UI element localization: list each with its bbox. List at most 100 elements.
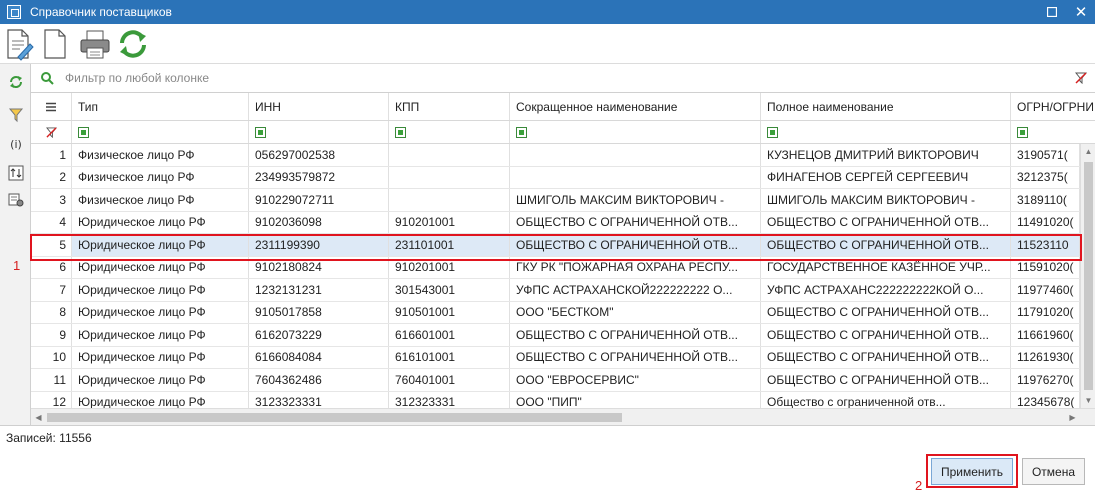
cell-full-name: ОБЩЕСТВО С ОГРАНИЧЕННОЙ ОТВ... xyxy=(761,234,1011,256)
column-header-full-name[interactable]: Полное наименование xyxy=(761,93,1011,120)
filter-checkbox-icon xyxy=(78,126,89,138)
table-row[interactable]: 2 Физическое лицо РФ 234993579872 ФИНАГЕНОВ… xyxy=(31,166,1080,189)
cell-kpp: 910201001 xyxy=(389,211,510,233)
cell-full-name: ОБЩЕСТВО С ОГРАНИЧЕННОЙ ОТВ... xyxy=(761,324,1011,346)
filter-input[interactable] xyxy=(65,68,1065,88)
sidebar-info-button[interactable]: (i) xyxy=(6,134,26,154)
cell-type: Физическое лицо РФ xyxy=(72,189,249,211)
cell-inn: 234993579872 xyxy=(249,166,389,188)
horizontal-scrollbar-thumb[interactable] xyxy=(47,413,622,422)
column-header-inn[interactable]: ИНН xyxy=(249,93,389,120)
filter-checkbox-icon xyxy=(767,126,778,138)
new-document-button[interactable] xyxy=(40,27,70,61)
cancel-button[interactable]: Отмена xyxy=(1022,458,1085,485)
table-row[interactable]: 6 Юридическое лицо РФ 9102180824 910201001 Г… xyxy=(31,256,1080,279)
column-header-type[interactable]: Тип xyxy=(72,93,249,120)
cell-kpp: 312323331 xyxy=(389,391,510,408)
vertical-scrollbar-thumb[interactable] xyxy=(1084,162,1093,390)
refresh-button[interactable] xyxy=(116,27,150,61)
vertical-scrollbar[interactable]: ▲ ▼ xyxy=(1080,144,1095,408)
cell-ogrn: 3190571( xyxy=(1011,144,1080,166)
row-number: 1 xyxy=(31,144,72,166)
search-icon xyxy=(41,72,54,85)
annotation-label-2: 2 xyxy=(915,478,923,493)
cell-kpp: 910201001 xyxy=(389,256,510,278)
edit-document-button[interactable] xyxy=(4,27,34,61)
cell-short-name xyxy=(510,144,761,166)
table-row[interactable]: 10 Юридическое лицо РФ 6166084084 616101001… xyxy=(31,346,1080,369)
filter-checkbox-icon xyxy=(255,126,266,138)
column-filter-type[interactable] xyxy=(72,121,249,143)
table-row[interactable]: 8 Юридическое лицо РФ 9105017858 910501001 О… xyxy=(31,301,1080,324)
table-row[interactable]: 4 Юридическое лицо РФ 9102036098 910201001 О… xyxy=(31,211,1080,234)
scroll-right-icon[interactable]: ▶ xyxy=(1065,410,1080,425)
clear-filter-icon[interactable] xyxy=(1075,72,1087,84)
info-icon: (i) xyxy=(10,138,22,151)
row-number: 11 xyxy=(31,369,72,391)
scroll-left-icon[interactable]: ◀ xyxy=(31,410,46,425)
sidebar-sort-button[interactable] xyxy=(6,163,26,183)
column-filter-ogrn[interactable] xyxy=(1011,121,1095,143)
scroll-up-icon[interactable]: ▲ xyxy=(1081,144,1095,159)
cell-full-name: ШМИГОЛЬ МАКСИМ ВИКТОРОВИЧ - xyxy=(761,189,1011,211)
cell-inn: 9102036098 xyxy=(249,211,389,233)
cell-full-name: ГОСУДАРСТВЕННОЕ КАЗЁННОЕ УЧР... xyxy=(761,256,1011,278)
cell-full-name: УФПС АСТРАХАНС222222222КОЙ О... xyxy=(761,279,1011,301)
cell-ogrn: 3212375( xyxy=(1011,166,1080,188)
cell-kpp: 231101001 xyxy=(389,234,510,256)
cell-ogrn: 11261930( xyxy=(1011,346,1080,368)
cell-kpp: 301543001 xyxy=(389,279,510,301)
row-number: 3 xyxy=(31,189,72,211)
cell-full-name: ОБЩЕСТВО С ОГРАНИЧЕННОЙ ОТВ... xyxy=(761,369,1011,391)
sidebar-filter-button[interactable] xyxy=(6,105,26,125)
toolbar xyxy=(0,24,1095,64)
table-row[interactable]: 11 Юридическое лицо РФ 7604362486 760401001… xyxy=(31,369,1080,392)
cell-inn: 6162073229 xyxy=(249,324,389,346)
sidebar-refresh-button[interactable] xyxy=(6,72,26,92)
edit-document-icon xyxy=(7,29,34,61)
table-row[interactable]: 12 Юридическое лицо РФ 3123323331 312323331… xyxy=(31,391,1080,408)
scroll-down-icon[interactable]: ▼ xyxy=(1081,393,1095,408)
column-header-short-name[interactable]: Сокращенное наименование xyxy=(510,93,761,120)
table-row[interactable]: 1 Физическое лицо РФ 056297002538 КУЗНЕЦОВ … xyxy=(31,144,1080,167)
table-row[interactable]: 9 Юридическое лицо РФ 6162073229 616601001 О… xyxy=(31,324,1080,347)
column-header-kpp[interactable]: КПП xyxy=(389,93,510,120)
cell-short-name: ШМИГОЛЬ МАКСИМ ВИКТОРОВИЧ - xyxy=(510,189,761,211)
cell-kpp xyxy=(389,166,510,188)
cell-ogrn: 11791020( xyxy=(1011,301,1080,323)
cell-kpp: 760401001 xyxy=(389,369,510,391)
horizontal-scrollbar[interactable]: ◀ ▶ xyxy=(31,408,1095,425)
cell-short-name: ООО "ПИП" xyxy=(510,391,761,408)
cell-ogrn: 11977460( xyxy=(1011,279,1080,301)
table-row[interactable]: 3 Физическое лицо РФ 910229072711 ШМИГОЛЬ М… xyxy=(31,189,1080,212)
column-filter-kpp[interactable] xyxy=(389,121,510,143)
close-icon[interactable]: ✕ xyxy=(1069,0,1093,24)
table-row[interactable]: 7 Юридическое лицо РФ 1232131231 301543001 У… xyxy=(31,279,1080,302)
column-filter-inn[interactable] xyxy=(249,121,389,143)
print-button[interactable] xyxy=(78,27,112,61)
title-bar: Справочник поставщиков ✕ xyxy=(0,0,1095,24)
cell-full-name: ОБЩЕСТВО С ОГРАНИЧЕННОЙ ОТВ... xyxy=(761,211,1011,233)
row-number: 9 xyxy=(31,324,72,346)
column-chooser-button[interactable] xyxy=(31,93,72,120)
apply-button[interactable]: Применить xyxy=(931,458,1013,485)
maximize-icon[interactable] xyxy=(1040,0,1064,24)
cell-inn: 6166084084 xyxy=(249,346,389,368)
cell-type: Юридическое лицо РФ xyxy=(72,279,249,301)
column-header-ogrn[interactable]: ОГРН/ОГРНИ xyxy=(1011,93,1095,120)
cell-kpp xyxy=(389,144,510,166)
cell-inn: 910229072711 xyxy=(249,189,389,211)
sort-icon xyxy=(8,165,24,181)
table-row[interactable]: 5 Юридическое лицо РФ 2311199390 231101001 О… xyxy=(31,234,1080,257)
refresh-icon xyxy=(120,30,146,58)
annotation-label-1: 1 xyxy=(13,258,21,273)
sidebar-settings-button[interactable] xyxy=(6,190,26,210)
cell-ogrn: 11661960( xyxy=(1011,324,1080,346)
refresh-icon xyxy=(10,76,22,88)
row-number: 4 xyxy=(31,211,72,233)
row-number: 8 xyxy=(31,301,72,323)
column-filter-full-name[interactable] xyxy=(761,121,1011,143)
cell-inn: 2311199390 xyxy=(249,234,389,256)
clear-column-filters-button[interactable] xyxy=(31,121,72,143)
column-filter-short-name[interactable] xyxy=(510,121,761,143)
